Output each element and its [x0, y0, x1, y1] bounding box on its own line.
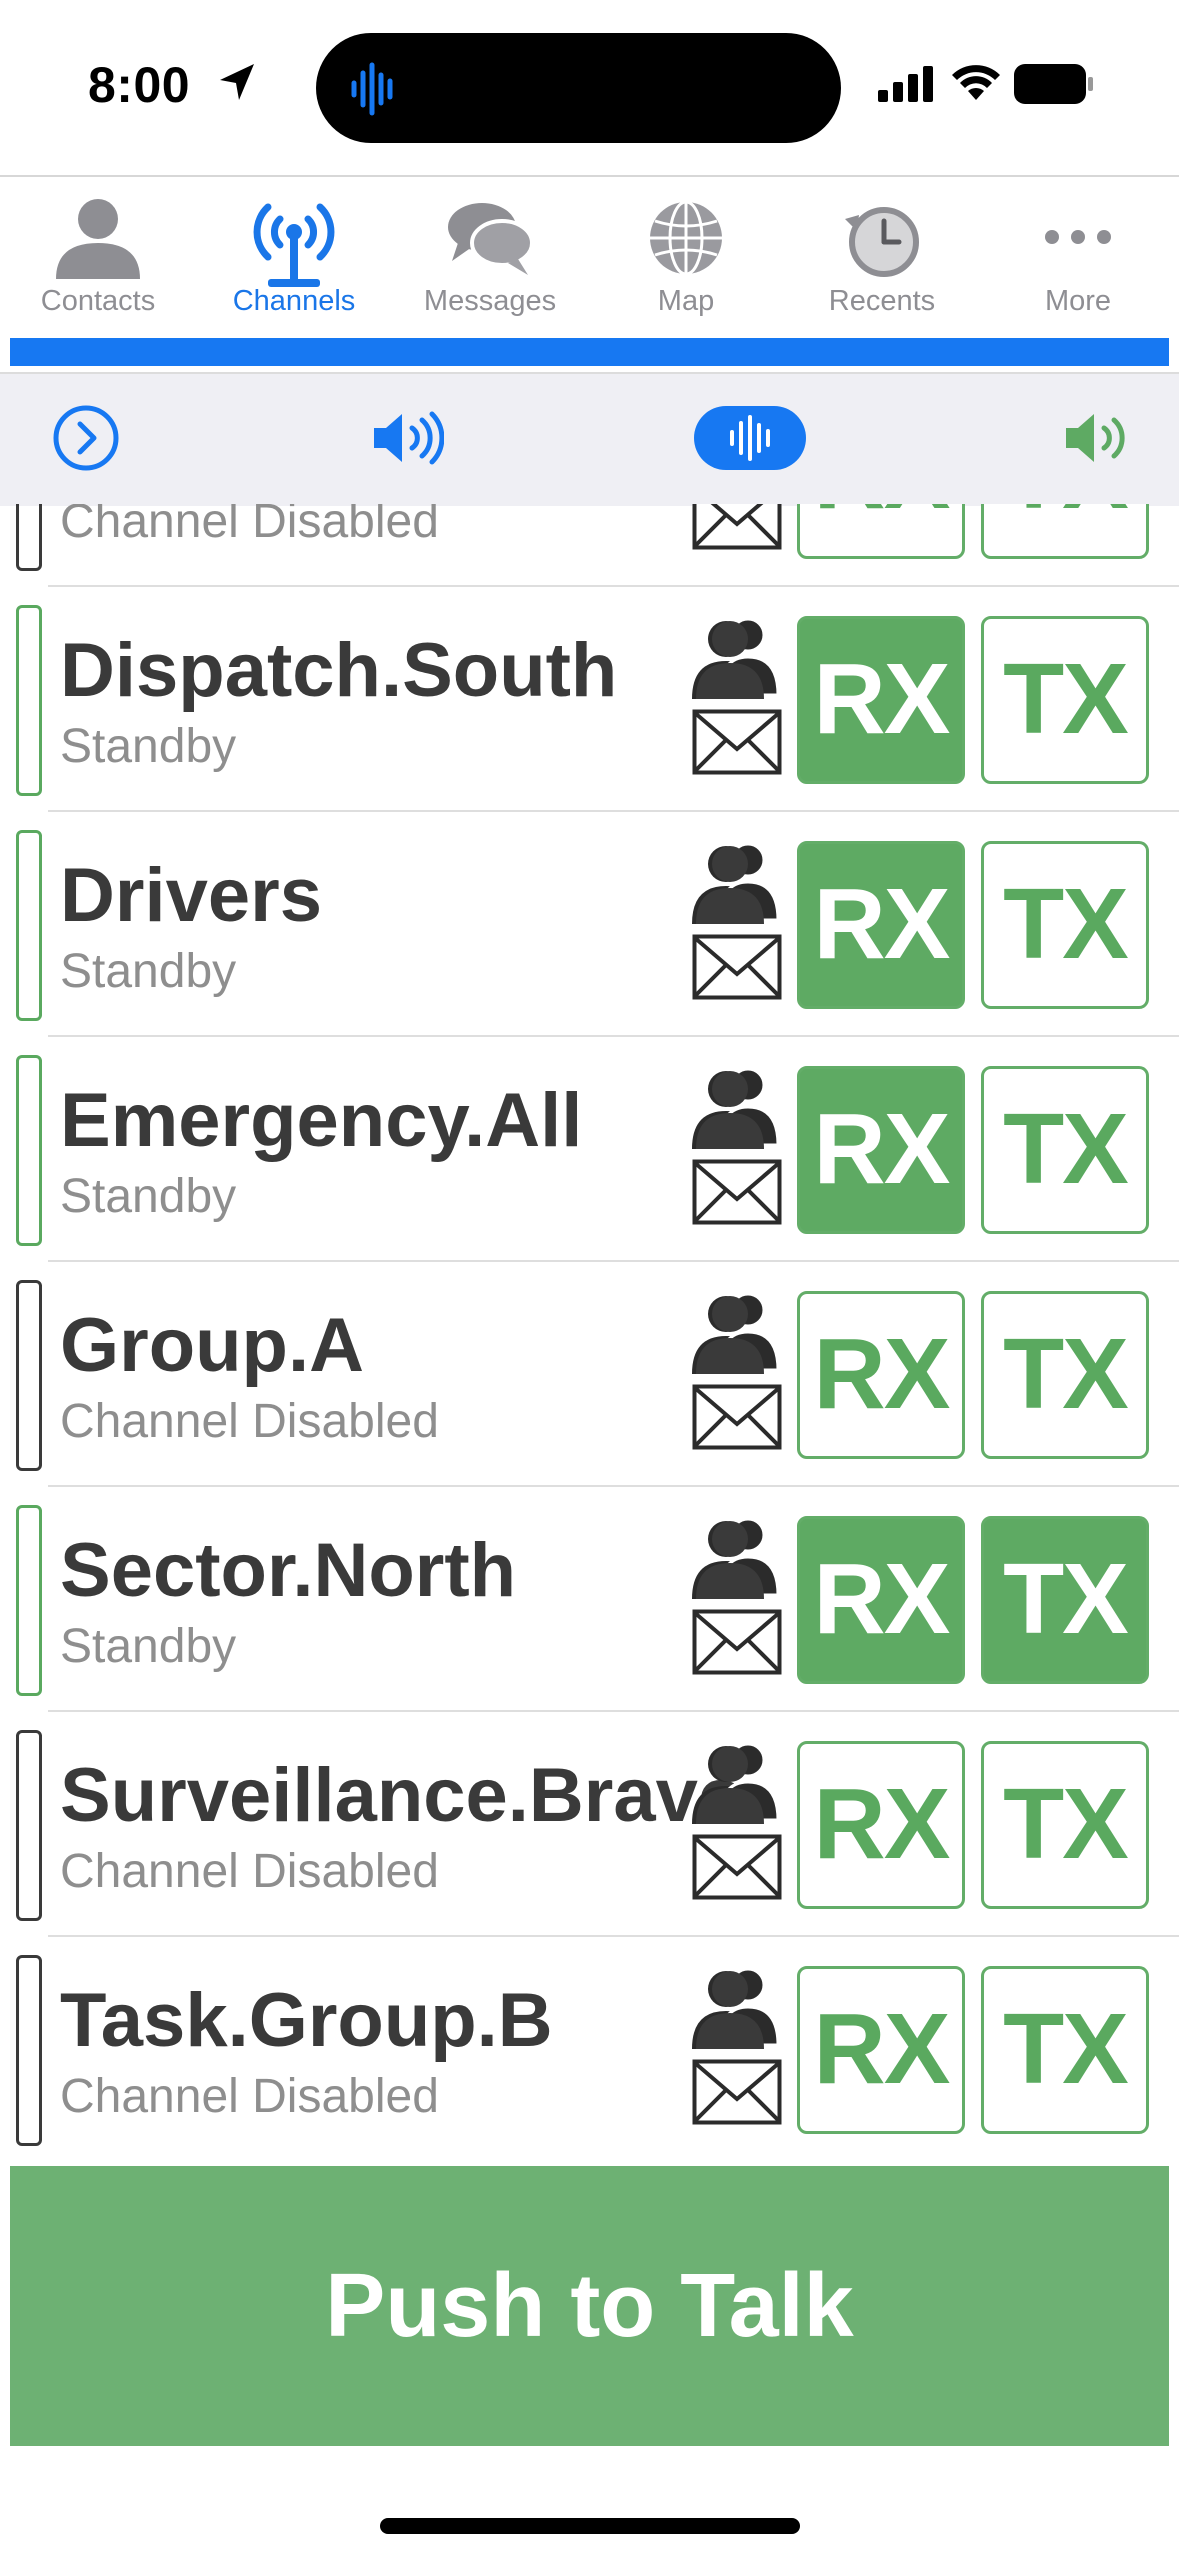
- rx-button[interactable]: RX: [797, 1066, 965, 1234]
- channel-status: Standby: [60, 720, 237, 773]
- members-icon[interactable]: [690, 1740, 782, 1831]
- push-to-talk-button[interactable]: Push to Talk: [10, 2166, 1169, 2446]
- envelope-icon[interactable]: [692, 504, 782, 555]
- channel-status: Channel Disabled: [60, 1845, 439, 1898]
- channel-status: Standby: [60, 1170, 237, 1223]
- tab-label: Map: [657, 285, 715, 317]
- voice-toggle-button[interactable]: [694, 406, 806, 470]
- channel-name: Group.A: [60, 1303, 364, 1388]
- tab-messages[interactable]: Messages: [392, 177, 588, 337]
- channel-status: Channel Disabled: [60, 1395, 439, 1448]
- dynamic-island: [316, 33, 841, 143]
- chevron-circle-icon[interactable]: [52, 404, 120, 472]
- members-icon[interactable]: [690, 1065, 782, 1156]
- tab-contacts[interactable]: Contacts: [0, 177, 196, 337]
- envelope-icon[interactable]: [692, 1384, 782, 1455]
- channel-row[interactable]: Task.Group.B Channel Disabled RX TX: [0, 1937, 1179, 2156]
- channel-state-indicator: [16, 1280, 42, 1471]
- tx-button[interactable]: TX: [981, 1741, 1149, 1909]
- status-bar: 8:00: [0, 0, 1179, 175]
- tx-button[interactable]: TX: [981, 616, 1149, 784]
- rx-button[interactable]: RX: [797, 1741, 965, 1909]
- person-icon: [56, 199, 140, 279]
- members-icon[interactable]: [690, 1290, 782, 1381]
- channel-name: Task.Group.B: [60, 1978, 553, 2063]
- rx-button[interactable]: RX: [797, 1291, 965, 1459]
- tab-channels[interactable]: Channels: [196, 177, 392, 337]
- tab-label: Contacts: [40, 285, 156, 317]
- tx-button[interactable]: TX: [981, 504, 1149, 559]
- envelope-icon[interactable]: [692, 2059, 782, 2130]
- history-clock-icon: [845, 207, 919, 277]
- rx-button[interactable]: RX: [797, 504, 965, 559]
- channel-state-indicator: [16, 1055, 42, 1246]
- rx-button[interactable]: RX: [797, 1966, 965, 2134]
- rx-button[interactable]: RX: [797, 1516, 965, 1684]
- channel-name: Drivers: [60, 853, 322, 938]
- tx-button[interactable]: TX: [981, 1516, 1149, 1684]
- ellipsis-icon: [1045, 230, 1111, 244]
- location-arrow-icon: [220, 64, 254, 100]
- rx-button[interactable]: RX: [797, 616, 965, 784]
- channel-row[interactable]: Surveillance.Bravo Channel Disabled RX TX: [0, 1712, 1179, 1937]
- channel-row[interactable]: Group.A Channel Disabled RX TX: [0, 1262, 1179, 1487]
- rx-button[interactable]: RX: [797, 841, 965, 1009]
- envelope-icon[interactable]: [692, 709, 782, 780]
- tab-label: More: [1044, 285, 1112, 317]
- tab-map[interactable]: Map: [588, 177, 784, 337]
- envelope-icon[interactable]: [692, 1609, 782, 1680]
- members-icon[interactable]: [690, 615, 782, 706]
- channel-state-indicator: [16, 830, 42, 1021]
- envelope-icon[interactable]: [692, 934, 782, 1005]
- voice-waveform-icon: [351, 62, 393, 116]
- status-time: 8:00: [88, 57, 191, 113]
- speaker-volume-icon[interactable]: [372, 410, 444, 466]
- battery-icon: [1014, 64, 1093, 104]
- tx-button[interactable]: TX: [981, 1066, 1149, 1234]
- channel-state-indicator: [16, 1505, 42, 1696]
- channel-state-indicator: [16, 504, 42, 571]
- home-indicator: [380, 2518, 800, 2534]
- members-icon[interactable]: [690, 840, 782, 931]
- globe-icon: [650, 200, 722, 276]
- tab-recents[interactable]: Recents: [784, 177, 980, 337]
- tab-bar: Contacts Channels Messages Map Recents M…: [0, 175, 1179, 337]
- channel-name: Emergency.All: [60, 1078, 583, 1163]
- channel-toolbar: [0, 372, 1179, 506]
- channel-name: Sector.North: [60, 1528, 517, 1613]
- antenna-icon: [253, 203, 335, 287]
- cellular-signal-icon: [878, 66, 933, 102]
- tx-button[interactable]: TX: [981, 1966, 1149, 2134]
- members-icon[interactable]: [690, 1515, 782, 1606]
- tab-label: Messages: [423, 285, 557, 317]
- channel-row[interactable]: Drivers Standby RX TX: [0, 812, 1179, 1037]
- wifi-icon: [952, 65, 1000, 100]
- channel-row[interactable]: Sector.North Standby RX TX: [0, 1487, 1179, 1712]
- channel-status: Standby: [60, 945, 237, 998]
- channel-state-indicator: [16, 1730, 42, 1921]
- voice-waveform-icon: [730, 415, 770, 461]
- active-tab-indicator: [10, 338, 1169, 366]
- channel-name: Dispatch.South: [60, 628, 618, 713]
- speaker-icon[interactable]: [1064, 410, 1130, 466]
- channel-name: Surveillance.Bravo: [60, 1753, 745, 1838]
- members-icon[interactable]: [690, 1965, 782, 2056]
- tx-button[interactable]: TX: [981, 841, 1149, 1009]
- chat-bubbles-icon: [448, 203, 534, 275]
- envelope-icon[interactable]: [692, 1834, 782, 1905]
- tab-label: Recents: [828, 285, 936, 317]
- tab-more[interactable]: More: [980, 177, 1176, 337]
- channel-status: Standby: [60, 1620, 237, 1673]
- tab-label: Channels: [232, 285, 356, 317]
- channel-row[interactable]: Dispatch.South Standby RX TX: [0, 587, 1179, 812]
- channel-row[interactable]: Emergency.All Standby RX TX: [0, 1037, 1179, 1262]
- channel-status: Channel Disabled: [60, 2070, 439, 2123]
- channel-state-indicator: [16, 1955, 42, 2146]
- channel-state-indicator: [16, 605, 42, 796]
- tx-button[interactable]: TX: [981, 1291, 1149, 1459]
- channel-list[interactable]: Channel DisabledRXTXDispatch.SouthStandb…: [0, 504, 1179, 2156]
- envelope-icon[interactable]: [692, 1159, 782, 1230]
- channel-status: Channel Disabled: [60, 504, 439, 548]
- channel-row[interactable]: Channel Disabled RX TX: [0, 504, 1179, 587]
